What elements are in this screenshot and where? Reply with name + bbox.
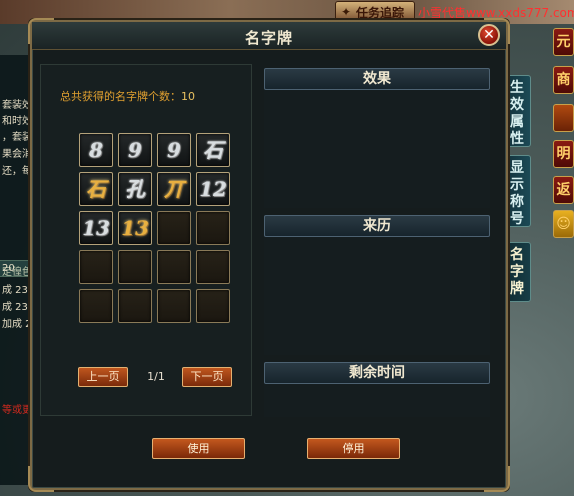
pager: 上一页 1/1 下一页 (78, 367, 233, 387)
bg-text-line: 20 (2, 263, 15, 274)
close-button[interactable]: ✕ (478, 24, 500, 46)
name-plate-icon: 9 (167, 138, 181, 162)
bg-text-line: 套装效 (2, 100, 32, 111)
quest-icon: ✦ (340, 5, 352, 19)
stop-using-button[interactable]: 停用 (307, 438, 400, 459)
name-plate-slot[interactable]: 石 (79, 172, 113, 206)
empty-slot[interactable] (196, 250, 230, 284)
empty-slot[interactable] (118, 289, 152, 323)
remaining-time-header: 剩余时间 (264, 362, 490, 384)
source-header: 来历 (264, 215, 490, 237)
name-plate-slot[interactable]: 13 (118, 211, 152, 245)
empty-slot[interactable] (118, 250, 152, 284)
effect-section: 效果 (264, 68, 490, 208)
empty-slot[interactable] (196, 211, 230, 245)
name-plate-icon: 丌 (164, 177, 184, 201)
name-plate-icon: 石 (203, 138, 223, 162)
bg-text-line: 果会消 (2, 149, 32, 160)
name-plate-grid: 8 9 9 石石孔丌 12 13 13 (79, 133, 233, 326)
name-plate-slot[interactable]: 石 (196, 133, 230, 167)
shop-icon[interactable]: 商 (553, 66, 574, 94)
effect-header: 效果 (264, 68, 490, 90)
name-plate-slot[interactable]: 13 (79, 211, 113, 245)
close-icon: ✕ (483, 27, 495, 43)
bg-text-line: 和时效 (2, 116, 32, 127)
name-plate-icon: 孔 (125, 177, 145, 201)
window-title: 名字牌 (244, 29, 293, 47)
window-titlebar[interactable]: 名字牌 ✕ (32, 22, 506, 50)
name-plate-slot[interactable]: 8 (79, 133, 113, 167)
shortcut-icon-4[interactable]: 明 (553, 140, 574, 168)
name-plate-slot[interactable]: 丌 (157, 172, 191, 206)
empty-slot[interactable] (79, 289, 113, 323)
use-button[interactable]: 使用 (152, 438, 245, 459)
empty-slot[interactable] (196, 289, 230, 323)
source-section: 来历 (264, 215, 490, 355)
plate-count-line: 总共获得的名字牌个数：10 (60, 88, 195, 104)
prev-page-button[interactable]: 上一页 (78, 367, 128, 387)
name-plate-slot[interactable]: 孔 (118, 172, 152, 206)
empty-slot[interactable] (157, 211, 191, 245)
return-icon[interactable]: 返 (553, 176, 574, 204)
page-indicator: 1/1 (147, 370, 165, 383)
name-plate-icon: 9 (128, 138, 142, 162)
next-page-button[interactable]: 下一页 (182, 367, 232, 387)
remaining-time-section: 剩余时间 (264, 362, 490, 417)
bg-text-line: 还，每 (2, 166, 32, 177)
frame-corner (28, 466, 54, 492)
shortcut-icon-1[interactable]: 元 (553, 28, 574, 56)
empty-slot[interactable] (79, 250, 113, 284)
name-plate-slot[interactable]: 12 (196, 172, 230, 206)
name-plate-icon: 13 (121, 216, 149, 240)
name-plate-icon: 8 (89, 138, 103, 162)
empty-slot[interactable] (157, 250, 191, 284)
quest-tracker-label: 任务追踪 (356, 6, 405, 20)
name-plate-slot[interactable]: 9 (118, 133, 152, 167)
name-plate-window: 名字牌 ✕ 总共获得的名字牌个数：10 8 9 9 石石孔丌 12 13 13 上一页 1/… (28, 18, 510, 492)
bg-text-line: ，套装 (2, 132, 32, 143)
empty-slot[interactable] (157, 289, 191, 323)
smiley-icon[interactable]: ☺ (553, 210, 574, 238)
bg-text-line: 等或更 (2, 405, 32, 416)
name-plate-icon: 石 (86, 177, 106, 201)
plate-count-label: 总共获得的名字牌个数： (60, 90, 181, 103)
name-plate-slot[interactable]: 9 (157, 133, 191, 167)
plate-count-value: 10 (181, 90, 195, 103)
shortcut-icon-3[interactable] (553, 104, 574, 132)
quest-tracker-button[interactable]: ✦ 任务追踪 (335, 1, 415, 22)
name-plate-icon: 12 (199, 177, 227, 201)
name-plate-icon: 13 (82, 216, 110, 240)
frame-corner (484, 466, 510, 492)
